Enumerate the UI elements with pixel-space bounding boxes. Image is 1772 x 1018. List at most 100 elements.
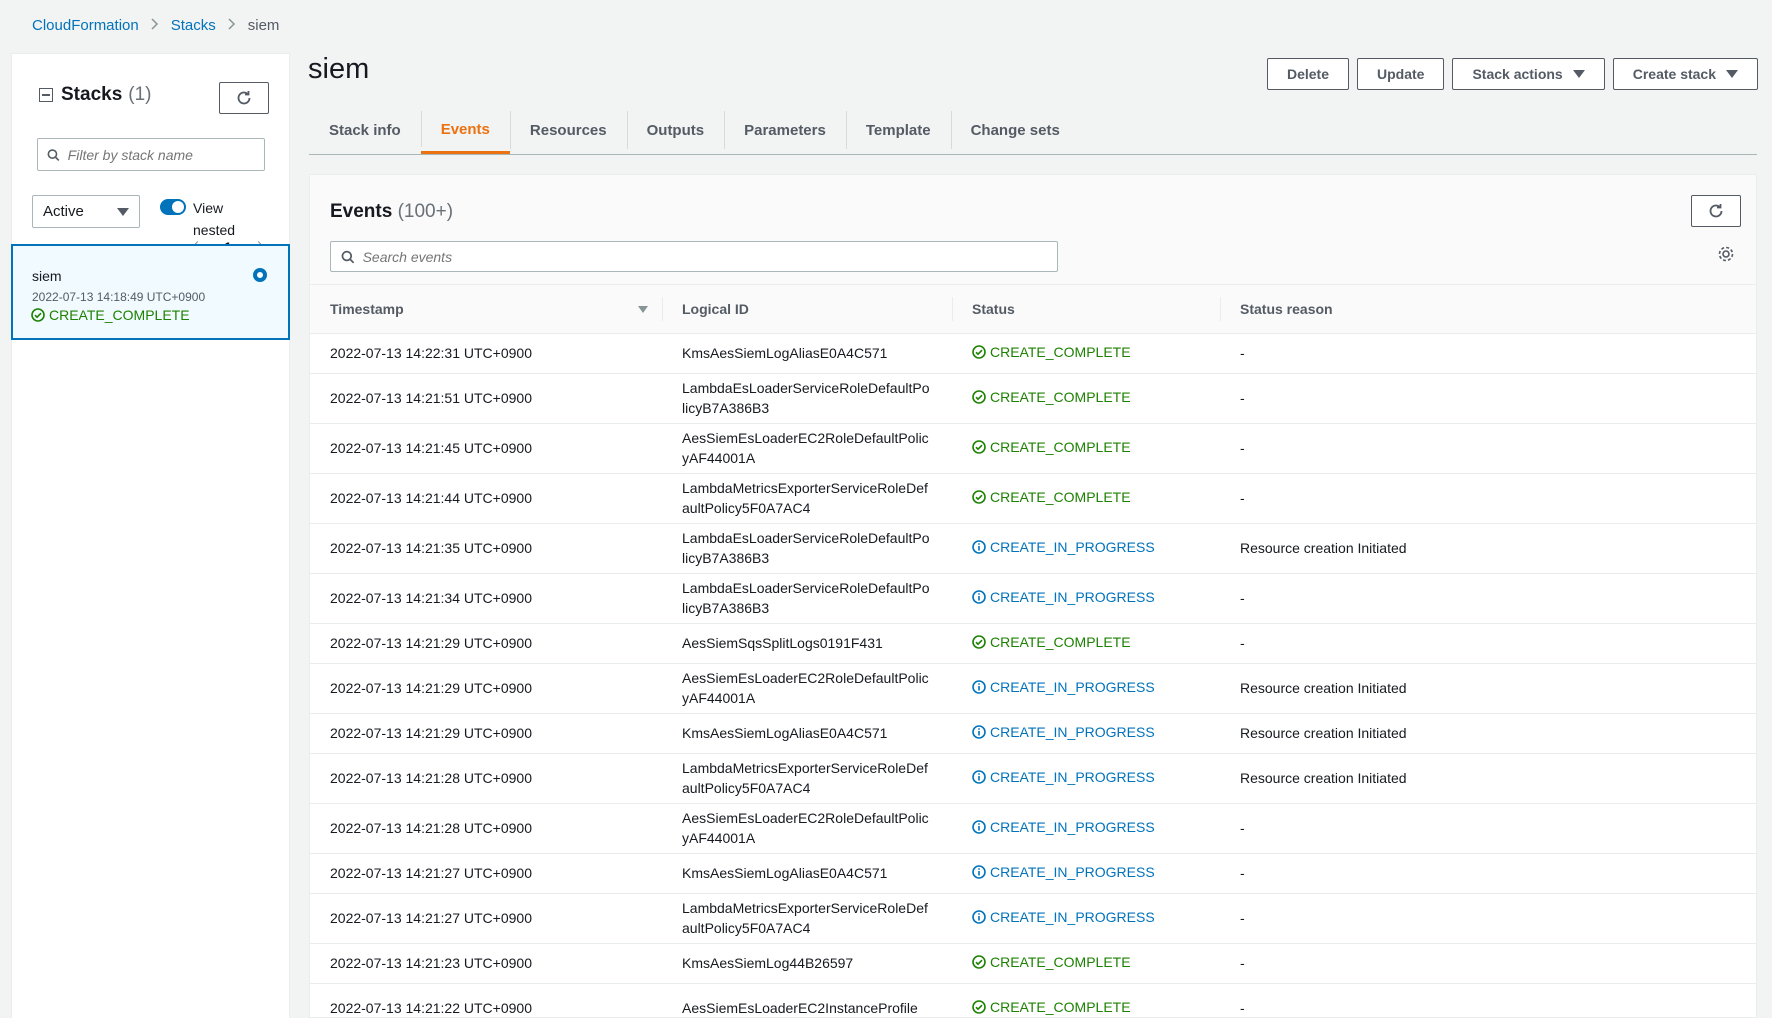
- check-circle-icon: [972, 390, 986, 404]
- info-circle-icon: [972, 770, 986, 784]
- tab-outputs[interactable]: Outputs: [626, 107, 725, 153]
- event-status-text: CREATE_IN_PROGRESS: [990, 769, 1155, 785]
- stack-filter-field: [37, 138, 265, 171]
- event-status-reason: -: [1220, 373, 1756, 424]
- update-button[interactable]: Update: [1357, 58, 1445, 90]
- event-status: CREATE_COMPLETE: [972, 342, 1131, 362]
- stack-status-value: Active: [43, 203, 84, 220]
- create-stack-dropdown[interactable]: Create stack: [1612, 58, 1758, 90]
- stack-status: CREATE_COMPLETE: [31, 307, 190, 323]
- event-timestamp: 2022-07-13 14:21:29 UTC+0900: [310, 713, 662, 754]
- event-timestamp: 2022-07-13 14:21:51 UTC+0900: [310, 373, 662, 424]
- event-logical-id: LambdaEsLoaderServiceRoleDefaultPolicyB7…: [662, 373, 952, 424]
- event-logical-id: LambdaEsLoaderServiceRoleDefaultPolicyB7…: [662, 523, 952, 574]
- stack-list-item[interactable]: siem 2022-07-13 14:18:49 UTC+0900 CREATE…: [11, 244, 290, 340]
- breadcrumb-cloudformation[interactable]: CloudFormation: [32, 17, 139, 34]
- search-icon: [341, 250, 355, 263]
- refresh-icon: [1709, 204, 1723, 218]
- stacks-count: (1): [128, 84, 152, 105]
- event-timestamp: 2022-07-13 14:21:28 UTC+0900: [310, 753, 662, 804]
- event-status-text: CREATE_IN_PROGRESS: [990, 679, 1155, 695]
- collapse-icon[interactable]: [39, 88, 53, 102]
- stack-name: siem: [32, 268, 62, 284]
- events-table-header: Timestamp Logical ID Status Status reaso…: [310, 285, 1756, 334]
- column-status-reason[interactable]: Status reason: [1220, 285, 1756, 334]
- event-status-cell: CREATE_IN_PROGRESS: [952, 573, 1220, 624]
- event-status-text: CREATE_IN_PROGRESS: [990, 909, 1155, 925]
- breadcrumb-stacks[interactable]: Stacks: [171, 17, 216, 34]
- event-status-reason: -: [1220, 333, 1756, 374]
- event-logical-id: LambdaMetricsExporterServiceRoleDefaultP…: [662, 753, 952, 804]
- check-circle-icon: [972, 1000, 986, 1014]
- tab-events[interactable]: Events: [420, 107, 510, 154]
- column-logical-id[interactable]: Logical ID: [662, 285, 952, 334]
- gear-icon[interactable]: [1717, 245, 1735, 263]
- event-status-reason: -: [1220, 623, 1756, 664]
- event-status: CREATE_COMPLETE: [972, 387, 1131, 407]
- event-status: CREATE_IN_PROGRESS: [972, 537, 1155, 557]
- info-circle-icon: [972, 725, 986, 739]
- stack-actions-label: Stack actions: [1472, 66, 1563, 82]
- events-refresh-button[interactable]: [1691, 195, 1741, 227]
- stacks-refresh-button[interactable]: [219, 82, 269, 114]
- event-status-cell: CREATE_COMPLETE: [952, 473, 1220, 524]
- info-circle-icon: [972, 590, 986, 604]
- stack-status-text: CREATE_COMPLETE: [49, 307, 190, 323]
- stack-select-radio[interactable]: [253, 268, 267, 282]
- event-status-cell: CREATE_COMPLETE: [952, 623, 1220, 664]
- event-status-cell: CREATE_IN_PROGRESS: [952, 713, 1220, 754]
- view-nested-toggle[interactable]: [160, 199, 186, 215]
- delete-button[interactable]: Delete: [1266, 58, 1349, 90]
- stack-status-select[interactable]: Active: [32, 195, 140, 228]
- event-status-text: CREATE_COMPLETE: [990, 489, 1131, 505]
- page-title: siem: [308, 53, 370, 85]
- stacks-panel-title: Stacks (1): [39, 84, 152, 106]
- event-logical-id: LambdaMetricsExporterServiceRoleDefaultP…: [662, 893, 952, 944]
- event-status: CREATE_IN_PROGRESS: [972, 587, 1155, 607]
- check-circle-icon: [31, 308, 45, 322]
- tab-change-sets[interactable]: Change sets: [950, 107, 1080, 153]
- caret-down-icon: [1572, 70, 1585, 78]
- events-search-input[interactable]: [362, 248, 1057, 265]
- table-row: 2022-07-13 14:21:29 UTC+0900 AesSiemEsLo…: [310, 663, 1756, 714]
- event-logical-id: KmsAesSiemLogAliasE0A4C571: [662, 853, 952, 894]
- check-circle-icon: [972, 345, 986, 359]
- sort-descending-icon[interactable]: [638, 306, 648, 313]
- event-timestamp: 2022-07-13 14:21:29 UTC+0900: [310, 623, 662, 664]
- event-status: CREATE_COMPLETE: [972, 952, 1131, 972]
- table-row: 2022-07-13 14:21:44 UTC+0900 LambdaMetri…: [310, 473, 1756, 524]
- stack-created-time: 2022-07-13 14:18:49 UTC+0900: [32, 290, 206, 304]
- event-logical-id: KmsAesSiemLog44B26597: [662, 943, 952, 984]
- event-logical-id: KmsAesSiemLogAliasE0A4C571: [662, 333, 952, 374]
- event-status-cell: CREATE_IN_PROGRESS: [952, 803, 1220, 854]
- tab-template[interactable]: Template: [845, 107, 951, 153]
- table-row: 2022-07-13 14:21:28 UTC+0900 AesSiemEsLo…: [310, 803, 1756, 854]
- stack-filter-input[interactable]: [67, 146, 264, 163]
- column-timestamp[interactable]: Timestamp: [310, 285, 662, 334]
- event-logical-id: LambdaEsLoaderServiceRoleDefaultPolicyB7…: [662, 573, 952, 624]
- event-status-cell: CREATE_IN_PROGRESS: [952, 853, 1220, 894]
- event-logical-id: AesSiemEsLoaderEC2InstanceProfile: [662, 983, 952, 1018]
- tab-resources[interactable]: Resources: [509, 107, 627, 153]
- tab-stack-info[interactable]: Stack info: [309, 107, 421, 153]
- events-table-body: 2022-07-13 14:22:31 UTC+0900 KmsAesSiemL…: [310, 333, 1756, 1018]
- tab-parameters[interactable]: Parameters: [724, 107, 846, 153]
- events-count: (100+): [397, 201, 454, 222]
- table-row: 2022-07-13 14:21:29 UTC+0900 KmsAesSiemL…: [310, 713, 1756, 754]
- breadcrumb: CloudFormation Stacks siem: [32, 17, 279, 34]
- event-logical-id: AesSiemEsLoaderEC2RoleDefaultPolicyAF440…: [662, 423, 952, 474]
- event-status-cell: CREATE_COMPLETE: [952, 983, 1220, 1018]
- event-status-reason: Resource creation Initiated: [1220, 753, 1756, 804]
- event-status: CREATE_IN_PROGRESS: [972, 862, 1155, 882]
- stack-actions-dropdown[interactable]: Stack actions: [1452, 58, 1605, 90]
- event-status: CREATE_IN_PROGRESS: [972, 677, 1155, 697]
- events-panel: Events (100+) Timestamp Logical ID Statu…: [309, 174, 1757, 1018]
- event-status: CREATE_COMPLETE: [972, 437, 1131, 457]
- events-title-text: Events: [330, 201, 393, 222]
- table-row: 2022-07-13 14:21:29 UTC+0900 AesSiemSqsS…: [310, 623, 1756, 664]
- event-status-cell: CREATE_IN_PROGRESS: [952, 753, 1220, 804]
- event-status-reason: -: [1220, 803, 1756, 854]
- event-timestamp: 2022-07-13 14:21:28 UTC+0900: [310, 803, 662, 854]
- column-status[interactable]: Status: [952, 285, 1220, 334]
- event-status-text: CREATE_COMPLETE: [990, 389, 1131, 405]
